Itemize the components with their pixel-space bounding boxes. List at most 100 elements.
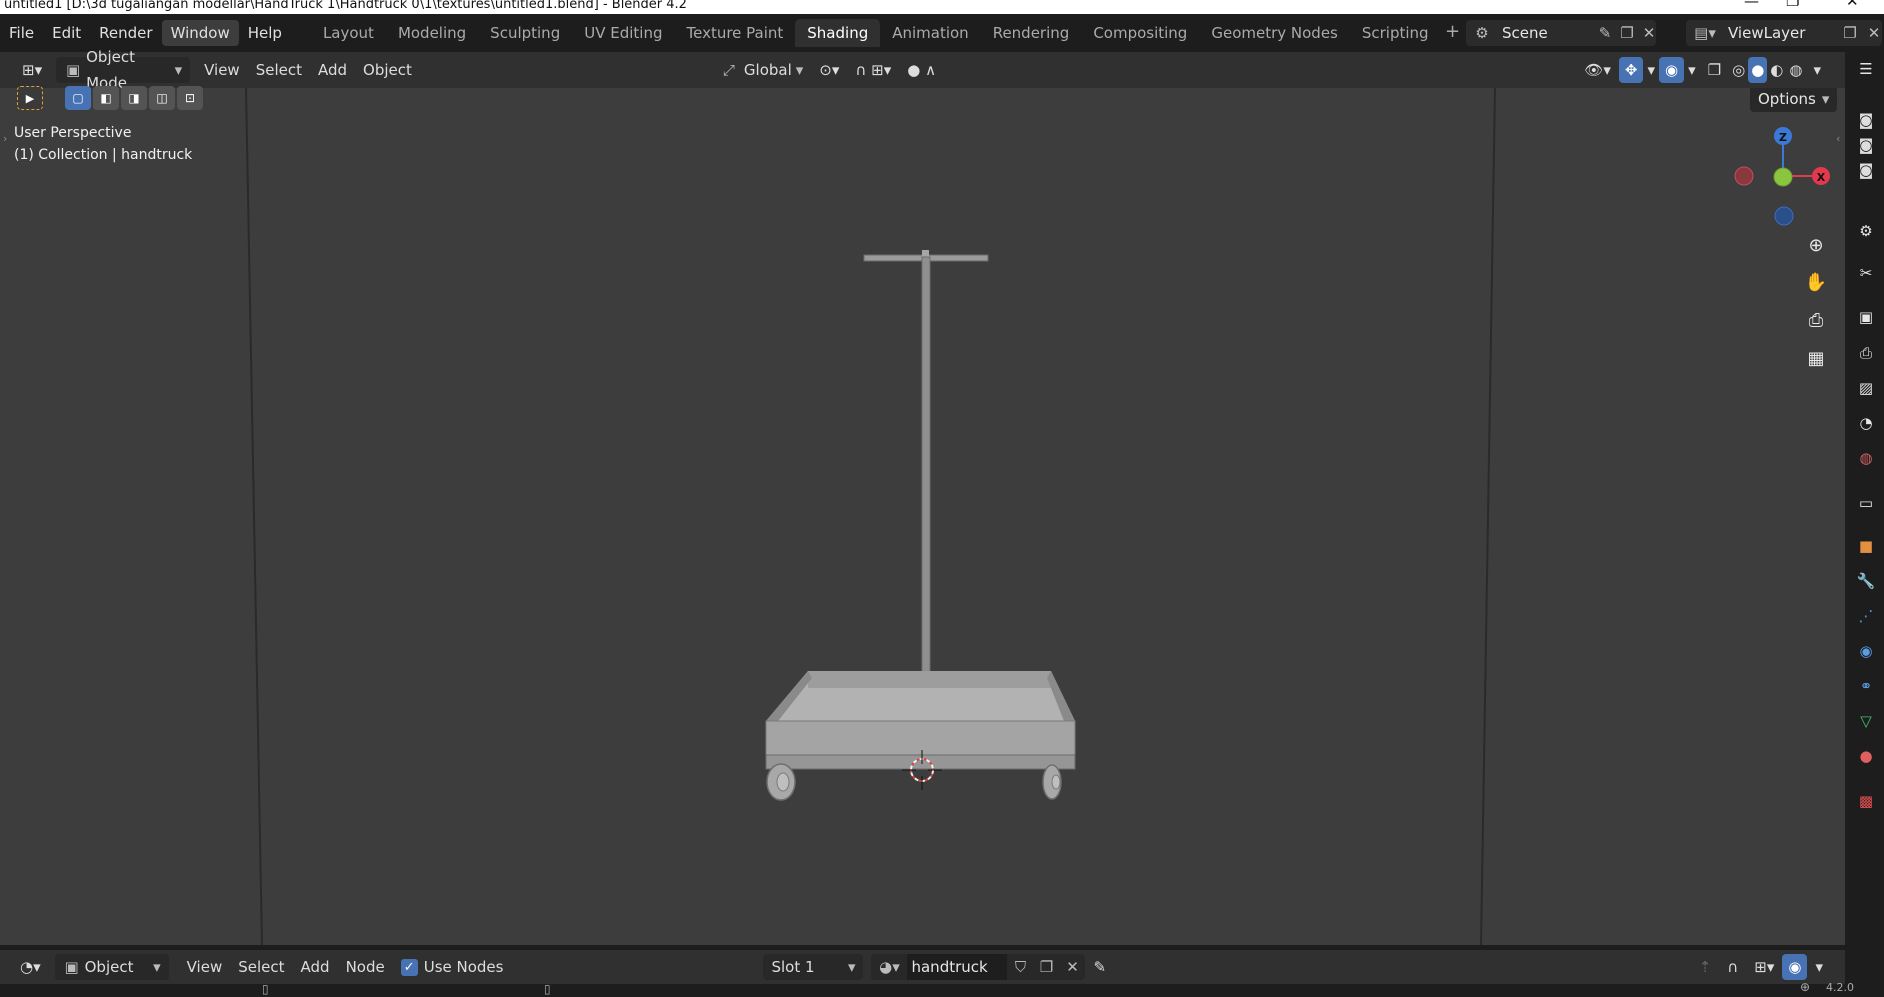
mode-subtract-selection-icon[interactable]: ◨ bbox=[121, 86, 147, 110]
fake-user-shield-icon[interactable]: ⛉ bbox=[1007, 958, 1033, 976]
material-shading-icon[interactable]: ◐ bbox=[1767, 57, 1786, 83]
overlay-dropdown-icon[interactable]: ▾ bbox=[1684, 57, 1700, 83]
select-box-tool-icon[interactable]: ▶ bbox=[17, 86, 43, 110]
shader-snap-icon[interactable]: ∩ bbox=[1719, 954, 1746, 980]
mode-invert-selection-icon[interactable]: ◫ bbox=[149, 86, 175, 110]
proportional-edit-icon[interactable]: ● ∧ bbox=[899, 57, 944, 83]
gizmo-neg-z-axis[interactable] bbox=[1774, 206, 1794, 226]
mode-new-selection-icon[interactable]: ▢ bbox=[65, 86, 91, 110]
handtruck-model[interactable] bbox=[765, 250, 1076, 801]
options-dropdown[interactable]: Options ▾ bbox=[1750, 88, 1838, 112]
tab-uv-editing[interactable]: UV Editing bbox=[572, 19, 674, 47]
viewport-menu-add[interactable]: Add bbox=[310, 57, 355, 83]
use-nodes-checkbox[interactable]: ✓ bbox=[400, 958, 418, 976]
rendered-shading-icon[interactable]: ◍ bbox=[1786, 57, 1805, 83]
tab-geometry-nodes[interactable]: Geometry Nodes bbox=[1199, 19, 1350, 47]
tab-layout[interactable]: Layout bbox=[311, 19, 386, 47]
shader-menu-node[interactable]: Node bbox=[338, 954, 393, 980]
solid-shading-icon[interactable]: ● bbox=[1748, 57, 1768, 83]
overlay-toggle-icon[interactable]: ◉ bbox=[1659, 57, 1685, 83]
render-camera-icon-2[interactable]: ◙ bbox=[1855, 134, 1877, 156]
delete-view-layer-icon[interactable]: ✕ bbox=[1858, 24, 1882, 42]
gizmo-y-axis[interactable] bbox=[1773, 167, 1793, 187]
new-scene-icon[interactable]: ❐ bbox=[1612, 24, 1634, 42]
modifier-properties-icon[interactable]: 🔧 bbox=[1855, 570, 1877, 592]
visibility-icon[interactable]: 👁▾ bbox=[1576, 57, 1619, 83]
material-name[interactable]: handtruck bbox=[907, 954, 1008, 980]
render-camera-icon[interactable]: ◙ bbox=[1855, 109, 1877, 131]
tab-compositing[interactable]: Compositing bbox=[1081, 19, 1199, 47]
pin-icon[interactable]: ✎ bbox=[1085, 954, 1114, 980]
render-camera-icon-3[interactable]: ◙ bbox=[1855, 159, 1877, 181]
pan-hand-icon[interactable]: ✋ bbox=[1799, 265, 1833, 299]
gizmo-dropdown-icon[interactable]: ▾ bbox=[1643, 57, 1659, 83]
use-nodes-toggle[interactable]: ✓ Use Nodes bbox=[393, 954, 512, 980]
material-properties-icon[interactable]: ● bbox=[1855, 745, 1877, 767]
close-window-icon[interactable]: ✕ bbox=[1846, 0, 1859, 9]
sidebar-expand-icon[interactable]: ‹ bbox=[1836, 132, 1840, 145]
shader-snap-mode-icon[interactable]: ⊞▾ bbox=[1746, 954, 1782, 980]
menu-file[interactable]: File bbox=[0, 20, 43, 46]
world-properties-icon[interactable]: ◍ bbox=[1855, 447, 1877, 469]
render-properties-icon[interactable]: ▣ bbox=[1855, 306, 1877, 328]
xray-icon[interactable]: ❐ bbox=[1700, 57, 1729, 83]
scene-selector[interactable]: ⚙ Scene ✎ ❐ ✕ bbox=[1466, 20, 1656, 46]
material-browse-icon[interactable]: ◕▾ bbox=[871, 958, 907, 976]
object-data-properties-icon[interactable]: ▽ bbox=[1855, 710, 1877, 732]
mode-intersect-selection-icon[interactable]: ⊡ bbox=[177, 86, 203, 110]
menu-edit[interactable]: Edit bbox=[43, 20, 90, 46]
constraints-properties-icon[interactable]: ⚭ bbox=[1855, 675, 1877, 697]
collection-properties-icon[interactable]: ▭ bbox=[1855, 492, 1877, 514]
snap-icon[interactable]: ∩ ⊞▾ bbox=[847, 57, 899, 83]
menu-render[interactable]: Render bbox=[90, 20, 161, 46]
minimize-icon[interactable]: — bbox=[1744, 0, 1759, 9]
pivot-point-icon[interactable]: ⊙▾ bbox=[811, 57, 847, 83]
viewport-menu-view[interactable]: View bbox=[196, 57, 248, 83]
shader-overlay-dropdown-icon[interactable]: ▾ bbox=[1807, 954, 1831, 980]
shader-overlay-toggle-icon[interactable]: ◉ bbox=[1782, 954, 1808, 980]
shader-menu-view[interactable]: View bbox=[179, 954, 231, 980]
menu-help[interactable]: Help bbox=[239, 20, 291, 46]
tab-scripting[interactable]: Scripting bbox=[1350, 19, 1441, 47]
camera-view-icon[interactable]: ⎙ bbox=[1799, 303, 1833, 337]
tool-properties-icon[interactable]: ✂ bbox=[1855, 262, 1877, 284]
output-properties-icon[interactable]: ⎙ bbox=[1855, 342, 1877, 364]
shader-type-dropdown[interactable]: ▣ Object ▾ bbox=[54, 954, 169, 980]
mode-dropdown[interactable]: ▣ Object Mode ▾ bbox=[56, 48, 191, 92]
menu-window[interactable]: Window bbox=[161, 20, 239, 46]
gizmo-neg-x-axis[interactable] bbox=[1734, 166, 1754, 186]
tab-rendering[interactable]: Rendering bbox=[981, 19, 1082, 47]
wireframe-shading-icon[interactable]: ◎ bbox=[1729, 57, 1748, 83]
gizmo-toggle-icon[interactable]: ✥ bbox=[1618, 57, 1644, 83]
toolbar-expand-icon[interactable]: › bbox=[3, 132, 7, 145]
editor-type-icon[interactable]: ⊞▾ bbox=[14, 57, 50, 83]
tab-modeling[interactable]: Modeling bbox=[386, 19, 478, 47]
3d-viewport[interactable]: Z X User Perspective (1) Collection | ha… bbox=[0, 88, 1845, 945]
shader-menu-select[interactable]: Select bbox=[230, 954, 292, 980]
shader-editor-type-icon[interactable]: ◔▾ bbox=[12, 954, 49, 980]
maximize-icon[interactable]: ❐ bbox=[1786, 0, 1799, 9]
shading-dropdown-icon[interactable]: ▾ bbox=[1805, 57, 1829, 83]
duplicate-material-icon[interactable]: ❐ bbox=[1033, 958, 1059, 976]
view-layer-properties-icon[interactable]: ▨ bbox=[1855, 377, 1877, 399]
navigation-gizmo[interactable]: Z X bbox=[1734, 127, 1830, 226]
pin-icon[interactable]: ✎ bbox=[1590, 24, 1612, 42]
parent-node-tree-icon[interactable]: ⇡ bbox=[1691, 954, 1720, 980]
properties-editor-icon[interactable]: ⚙ bbox=[1855, 220, 1877, 242]
texture-properties-icon[interactable]: ▩ bbox=[1855, 790, 1877, 812]
tab-shading[interactable]: Shading bbox=[795, 19, 881, 47]
material-selector[interactable]: ◕▾ handtruck ⛉ ❐ ✕ bbox=[871, 954, 1086, 980]
zoom-icon[interactable]: ⊕ bbox=[1799, 228, 1833, 262]
scene-properties-icon[interactable]: ◔ bbox=[1855, 412, 1877, 434]
object-properties-icon[interactable]: ■ bbox=[1855, 535, 1877, 557]
shader-menu-add[interactable]: Add bbox=[293, 954, 338, 980]
viewport-menu-object[interactable]: Object bbox=[355, 57, 420, 83]
viewport-menu-select[interactable]: Select bbox=[248, 57, 310, 83]
view-layer-selector[interactable]: ▤▾ ViewLayer ❐ ✕ bbox=[1686, 20, 1882, 46]
perspective-toggle-icon[interactable]: ▦ bbox=[1799, 341, 1833, 375]
new-view-layer-icon[interactable]: ❐ bbox=[1834, 24, 1858, 42]
tab-texture-paint[interactable]: Texture Paint bbox=[674, 19, 795, 47]
delete-scene-icon[interactable]: ✕ bbox=[1634, 24, 1656, 42]
physics-properties-icon[interactable]: ◉ bbox=[1855, 640, 1877, 662]
add-workspace-icon[interactable]: + bbox=[1441, 19, 1465, 47]
